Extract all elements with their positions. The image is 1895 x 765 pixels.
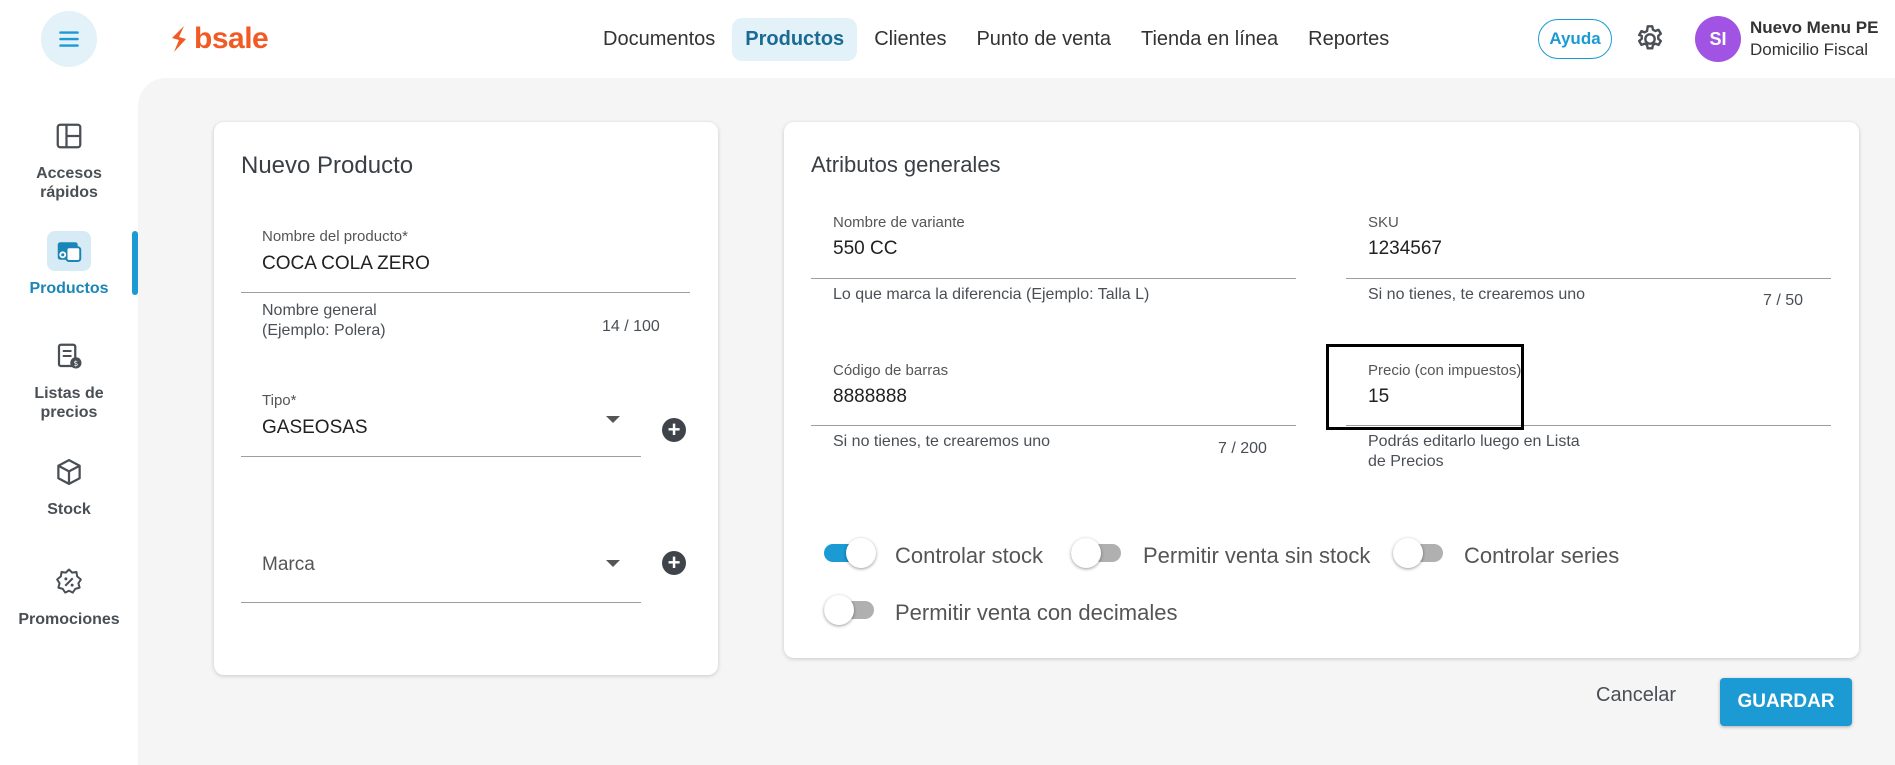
type-label: Tipo*	[262, 392, 297, 409]
general-attributes-card: Atributos generales Nombre de variante 5…	[784, 122, 1859, 658]
sidebar-label: Productos	[29, 280, 109, 297]
sku-input[interactable]: 1234567	[1368, 238, 1788, 264]
user-name[interactable]: Nuevo Menu PE	[1750, 18, 1878, 38]
top-bar: bsale Documentos Productos Clientes Punt…	[0, 0, 1895, 78]
price-hint: Podrás editarlo luego en Lista de Precio…	[1368, 433, 1580, 470]
nav-tienda-en-linea[interactable]: Tienda en línea	[1128, 18, 1291, 61]
variant-label: Nombre de variante	[833, 214, 965, 231]
sidebar-icon-box: $	[47, 336, 91, 376]
sku-counter: 7 / 50	[1763, 292, 1804, 309]
type-underline	[241, 456, 641, 457]
add-brand-button[interactable]: +	[662, 551, 686, 575]
sidebar-icon-box	[47, 452, 91, 492]
toggle-knob	[1393, 538, 1423, 568]
control-series-toggle[interactable]	[1393, 538, 1445, 568]
barcode-underline	[811, 425, 1296, 426]
hamburger-icon	[59, 31, 79, 47]
nav-clientes[interactable]: Clientes	[861, 18, 959, 61]
sidebar-icon-box	[47, 231, 91, 271]
nav-punto-de-venta[interactable]: Punto de venta	[963, 18, 1124, 61]
cancel-button[interactable]: Cancelar	[1596, 684, 1676, 707]
sidebar-item-productos[interactable]: Productos	[0, 231, 138, 298]
sku-hint: Si no tienes, te crearemos uno	[1368, 286, 1586, 303]
avatar[interactable]: SI	[1695, 16, 1741, 62]
barcode-hint: Si no tienes, te crearemos uno	[833, 433, 1051, 450]
barcode-counter: 7 / 200	[1218, 440, 1267, 457]
card-title: Atributos generales	[811, 152, 1001, 177]
sidebar-item-promociones[interactable]: Promociones	[0, 562, 138, 629]
variant-underline	[811, 278, 1296, 279]
product-name-label: Nombre del producto*	[262, 228, 408, 245]
toggle-knob	[824, 595, 854, 625]
nav-reportes[interactable]: Reportes	[1295, 18, 1402, 61]
box-icon	[57, 459, 81, 485]
menu-button[interactable]	[41, 11, 97, 67]
sidebar-icon-box	[47, 116, 91, 156]
brand-select[interactable]: Marca	[262, 554, 602, 580]
toggle-knob	[1071, 538, 1101, 568]
control-series-label: Controlar series	[1464, 543, 1620, 568]
help-button[interactable]: Ayuda	[1538, 19, 1612, 59]
sku-label: SKU	[1368, 214, 1399, 231]
variant-input[interactable]: 550 CC	[833, 238, 1253, 264]
type-dropdown-arrow[interactable]	[606, 416, 620, 423]
sidebar-label: Stock	[47, 501, 91, 518]
barcode-input[interactable]: 8888888	[833, 386, 1253, 412]
bsale-logo[interactable]: bsale	[168, 22, 269, 56]
discount-icon	[56, 568, 82, 594]
card-title: Nuevo Producto	[241, 152, 414, 179]
logo-text: bsale	[194, 22, 269, 55]
product-name-counter: 14 / 100	[602, 318, 660, 335]
layout-icon	[56, 123, 82, 149]
allow-no-stock-label: Permitir venta sin stock	[1143, 543, 1371, 568]
sidebar-item-stock[interactable]: Stock	[0, 452, 138, 519]
bsale-logo-icon	[172, 26, 186, 52]
save-button[interactable]: GUARDAR	[1720, 678, 1852, 726]
sidebar-icon-box	[47, 562, 91, 602]
sidebar-label: Listas de precios	[34, 385, 104, 421]
toggle-knob	[846, 538, 876, 568]
product-name-hint: Nombre general (Ejemplo: Polera)	[262, 302, 386, 339]
product-name-underline	[241, 292, 690, 293]
brand-dropdown-arrow[interactable]	[606, 560, 620, 567]
svg-text:$: $	[73, 359, 78, 368]
variant-hint: Lo que marca la diferencia (Ejemplo: Tal…	[833, 286, 1150, 303]
new-product-card: Nuevo Producto Nombre del producto* COCA…	[214, 122, 718, 675]
sidebar-label: Promociones	[18, 611, 120, 628]
sku-underline	[1346, 278, 1831, 279]
allow-decimals-toggle[interactable]	[824, 595, 876, 625]
allow-no-stock-toggle[interactable]	[1071, 538, 1123, 568]
gear-icon[interactable]	[1634, 23, 1666, 55]
sidebar-label: Accesos rápidos	[36, 165, 102, 201]
sidebar-item-listas-de-precios[interactable]: $ Listas de precios	[0, 336, 138, 422]
brand-underline	[241, 602, 641, 603]
user-branch[interactable]: Domicilio Fiscal	[1750, 40, 1868, 60]
main-nav: Documentos Productos Clientes Punto de v…	[590, 17, 1402, 61]
price-list-icon: $	[57, 343, 82, 369]
control-stock-toggle[interactable]	[824, 538, 876, 568]
products-icon	[57, 242, 82, 262]
control-stock-label: Controlar stock	[895, 543, 1043, 568]
price-highlight-box	[1326, 344, 1524, 430]
nav-productos[interactable]: Productos	[732, 17, 858, 61]
barcode-label: Código de barras	[833, 362, 949, 379]
sidebar: Accesos rápidos Productos $ Listas de pr…	[0, 78, 138, 765]
nav-documentos[interactable]: Documentos	[590, 18, 728, 61]
type-select[interactable]: GASEOSAS	[262, 417, 602, 443]
add-type-button[interactable]: +	[662, 418, 686, 442]
sidebar-item-accesos-rapidos[interactable]: Accesos rápidos	[0, 116, 138, 202]
product-name-input[interactable]: COCA COLA ZERO	[262, 253, 662, 279]
allow-decimals-label: Permitir venta con decimales	[895, 600, 1178, 625]
